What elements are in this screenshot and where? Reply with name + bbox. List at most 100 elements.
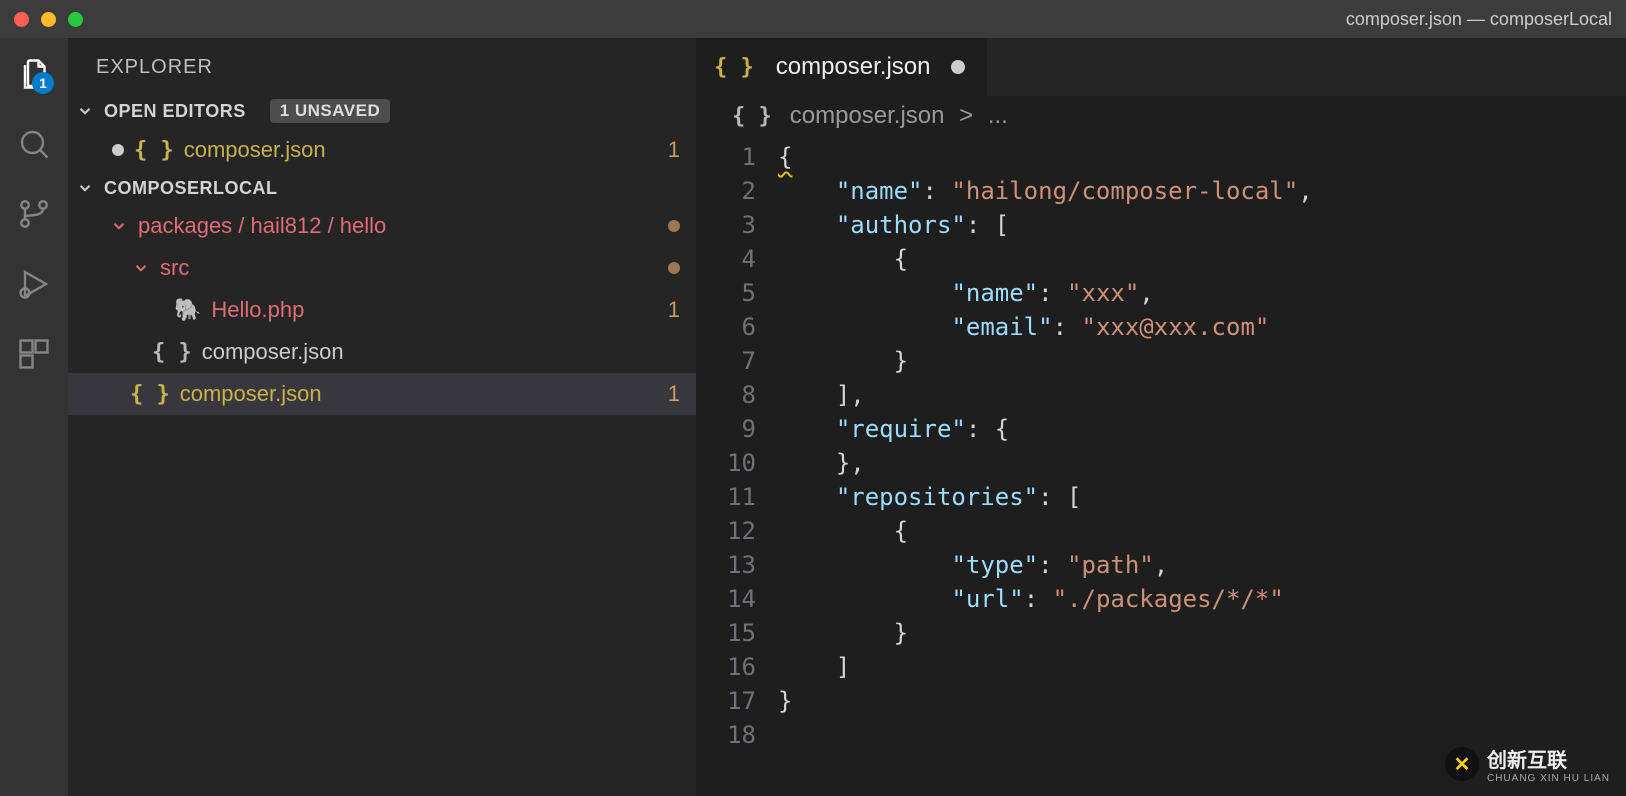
activity-bar: 1 xyxy=(0,38,68,796)
extensions-tab[interactable] xyxy=(16,336,52,372)
php-file-icon: 🐘 xyxy=(174,297,201,323)
code-content[interactable]: "require": { xyxy=(778,412,1626,446)
json-file-icon: { } xyxy=(714,55,754,80)
code-line[interactable]: 5 "name": "xxx", xyxy=(696,276,1626,310)
code-content[interactable]: } xyxy=(778,616,1626,650)
search-tab[interactable] xyxy=(16,126,52,162)
close-window-button[interactable] xyxy=(14,12,29,27)
editor-area: { } composer.json { } composer.json > ..… xyxy=(696,38,1626,796)
tree-label: composer.json xyxy=(180,381,322,407)
sidebar-title: EXPLORER xyxy=(68,38,696,93)
code-line[interactable]: 4 { xyxy=(696,242,1626,276)
code-line[interactable]: 13 "type": "path", xyxy=(696,548,1626,582)
explorer-tab[interactable]: 1 xyxy=(16,56,52,92)
workspace-section[interactable]: COMPOSERLOCAL xyxy=(68,171,696,205)
source-control-tab[interactable] xyxy=(16,196,52,232)
tab-dirty-dot-icon xyxy=(951,60,965,74)
code-content[interactable]: }, xyxy=(778,446,1626,480)
line-number: 4 xyxy=(696,242,778,276)
code-content[interactable]: { xyxy=(778,140,1626,174)
watermark-logo-icon: ✕ xyxy=(1445,747,1479,781)
open-editors-label: OPEN EDITORS xyxy=(104,101,246,122)
tree-row[interactable]: { }composer.json1 xyxy=(68,373,696,415)
code-line[interactable]: 9 "require": { xyxy=(696,412,1626,446)
open-editor-item[interactable]: { } composer.json 1 xyxy=(68,129,696,171)
code-line[interactable]: 3 "authors": [ xyxy=(696,208,1626,242)
code-line[interactable]: 14 "url": "./packages/*/*" xyxy=(696,582,1626,616)
line-number: 13 xyxy=(696,548,778,582)
tree-row[interactable]: src xyxy=(68,247,696,289)
open-editor-filename: composer.json xyxy=(184,137,326,163)
code-content[interactable]: ] xyxy=(778,650,1626,684)
line-number: 8 xyxy=(696,378,778,412)
chevron-down-icon xyxy=(108,217,130,235)
line-number: 1 xyxy=(696,140,778,174)
maximize-window-button[interactable] xyxy=(68,12,83,27)
line-number: 14 xyxy=(696,582,778,616)
code-line[interactable]: 7 } xyxy=(696,344,1626,378)
tree-label: Hello.php xyxy=(211,297,304,323)
explorer-sidebar: EXPLORER OPEN EDITORS 1 UNSAVED { } comp… xyxy=(68,38,696,796)
code-content[interactable]: } xyxy=(778,684,1626,718)
code-line[interactable]: 12 { xyxy=(696,514,1626,548)
code-line[interactable]: 16 ] xyxy=(696,650,1626,684)
window-controls xyxy=(14,12,83,27)
code-line[interactable]: 2 "name": "hailong/composer-local", xyxy=(696,174,1626,208)
tree-row[interactable]: 🐘Hello.php1 xyxy=(68,289,696,331)
code-content[interactable]: "name": "xxx", xyxy=(778,276,1626,310)
unsaved-pill: 1 UNSAVED xyxy=(270,99,391,123)
line-number: 3 xyxy=(696,208,778,242)
json-file-icon: { } xyxy=(152,340,192,365)
search-icon xyxy=(16,126,52,162)
code-content[interactable]: "repositories": [ xyxy=(778,480,1626,514)
code-content[interactable]: { xyxy=(778,242,1626,276)
code-line[interactable]: 8 ], xyxy=(696,378,1626,412)
code-line[interactable]: 10 }, xyxy=(696,446,1626,480)
watermark-brand: 创新互联 xyxy=(1487,744,1610,773)
window-titlebar: composer.json — composerLocal xyxy=(0,0,1626,38)
code-line[interactable]: 11 "repositories": [ xyxy=(696,480,1626,514)
code-line[interactable]: 17} xyxy=(696,684,1626,718)
open-editors-section[interactable]: OPEN EDITORS 1 UNSAVED xyxy=(68,93,696,129)
tree-row[interactable]: { }composer.json xyxy=(68,331,696,373)
line-number: 15 xyxy=(696,616,778,650)
play-bug-icon xyxy=(16,266,52,302)
chevron-down-icon xyxy=(74,177,96,199)
code-content[interactable]: "authors": [ xyxy=(778,208,1626,242)
breadcrumb-rest: ... xyxy=(988,102,1008,130)
run-debug-tab[interactable] xyxy=(16,266,52,302)
minimize-window-button[interactable] xyxy=(41,12,56,27)
code-editor[interactable]: 1{2 "name": "hailong/composer-local",3 "… xyxy=(696,136,1626,796)
tree-label: packages / hail812 / hello xyxy=(138,213,386,239)
code-content[interactable]: ], xyxy=(778,378,1626,412)
breadcrumb-file: composer.json xyxy=(790,102,945,130)
explorer-badge: 1 xyxy=(32,72,54,94)
editor-tab-name: composer.json xyxy=(776,53,931,81)
line-number: 10 xyxy=(696,446,778,480)
code-content[interactable]: "url": "./packages/*/*" xyxy=(778,582,1626,616)
chevron-down-icon xyxy=(130,259,152,277)
json-file-icon: { } xyxy=(134,138,174,163)
line-number: 2 xyxy=(696,174,778,208)
editor-tabbar: { } composer.json xyxy=(696,38,1626,96)
line-number: 7 xyxy=(696,344,778,378)
problems-count: 1 xyxy=(668,381,680,407)
code-line[interactable]: 6 "email": "xxx@xxx.com" xyxy=(696,310,1626,344)
extensions-icon xyxy=(16,336,52,372)
code-content[interactable]: "type": "path", xyxy=(778,548,1626,582)
line-number: 6 xyxy=(696,310,778,344)
breadcrumb-separator: > xyxy=(953,102,980,130)
code-line[interactable]: 15 } xyxy=(696,616,1626,650)
file-tree: packages / hail812 / hello src 🐘 Hello.php 1… xyxy=(68,205,696,415)
tree-label: src xyxy=(160,255,189,281)
code-content[interactable]: } xyxy=(778,344,1626,378)
editor-tab[interactable]: { } composer.json xyxy=(696,38,988,96)
breadcrumb[interactable]: { } composer.json > ... xyxy=(696,96,1626,136)
tree-row[interactable]: packages / hail812 / hello xyxy=(68,205,696,247)
code-line[interactable]: 1{ xyxy=(696,140,1626,174)
code-content[interactable]: "email": "xxx@xxx.com" xyxy=(778,310,1626,344)
watermark-sub: CHUANG XIN HU LIAN xyxy=(1487,773,1610,784)
code-content[interactable]: "name": "hailong/composer-local", xyxy=(778,174,1626,208)
line-number: 16 xyxy=(696,650,778,684)
code-content[interactable]: { xyxy=(778,514,1626,548)
